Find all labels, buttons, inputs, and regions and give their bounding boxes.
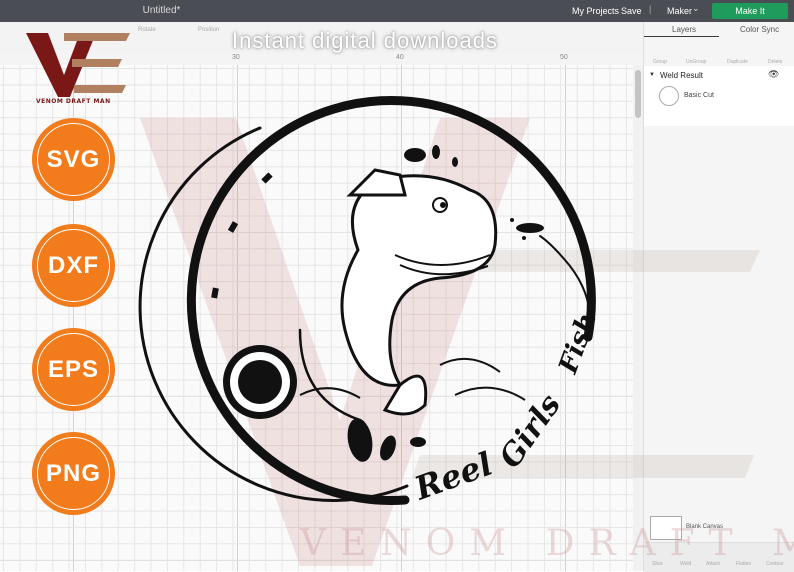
- format-badge-svg: SVG: [32, 118, 115, 201]
- format-badge-png: PNG: [32, 432, 115, 515]
- script-word-fish: Fish: [553, 309, 603, 378]
- brand-logo: [26, 33, 130, 97]
- script-word-girls: Girls: [493, 388, 568, 475]
- script-word-reel: Reel: [409, 445, 498, 508]
- format-badge-eps: EPS: [32, 328, 115, 411]
- promo-banner: Instant digital downloads: [232, 28, 498, 53]
- format-badge-dxf: DXF: [32, 224, 115, 307]
- brand-name: VENOM DRAFT MAN: [36, 98, 111, 105]
